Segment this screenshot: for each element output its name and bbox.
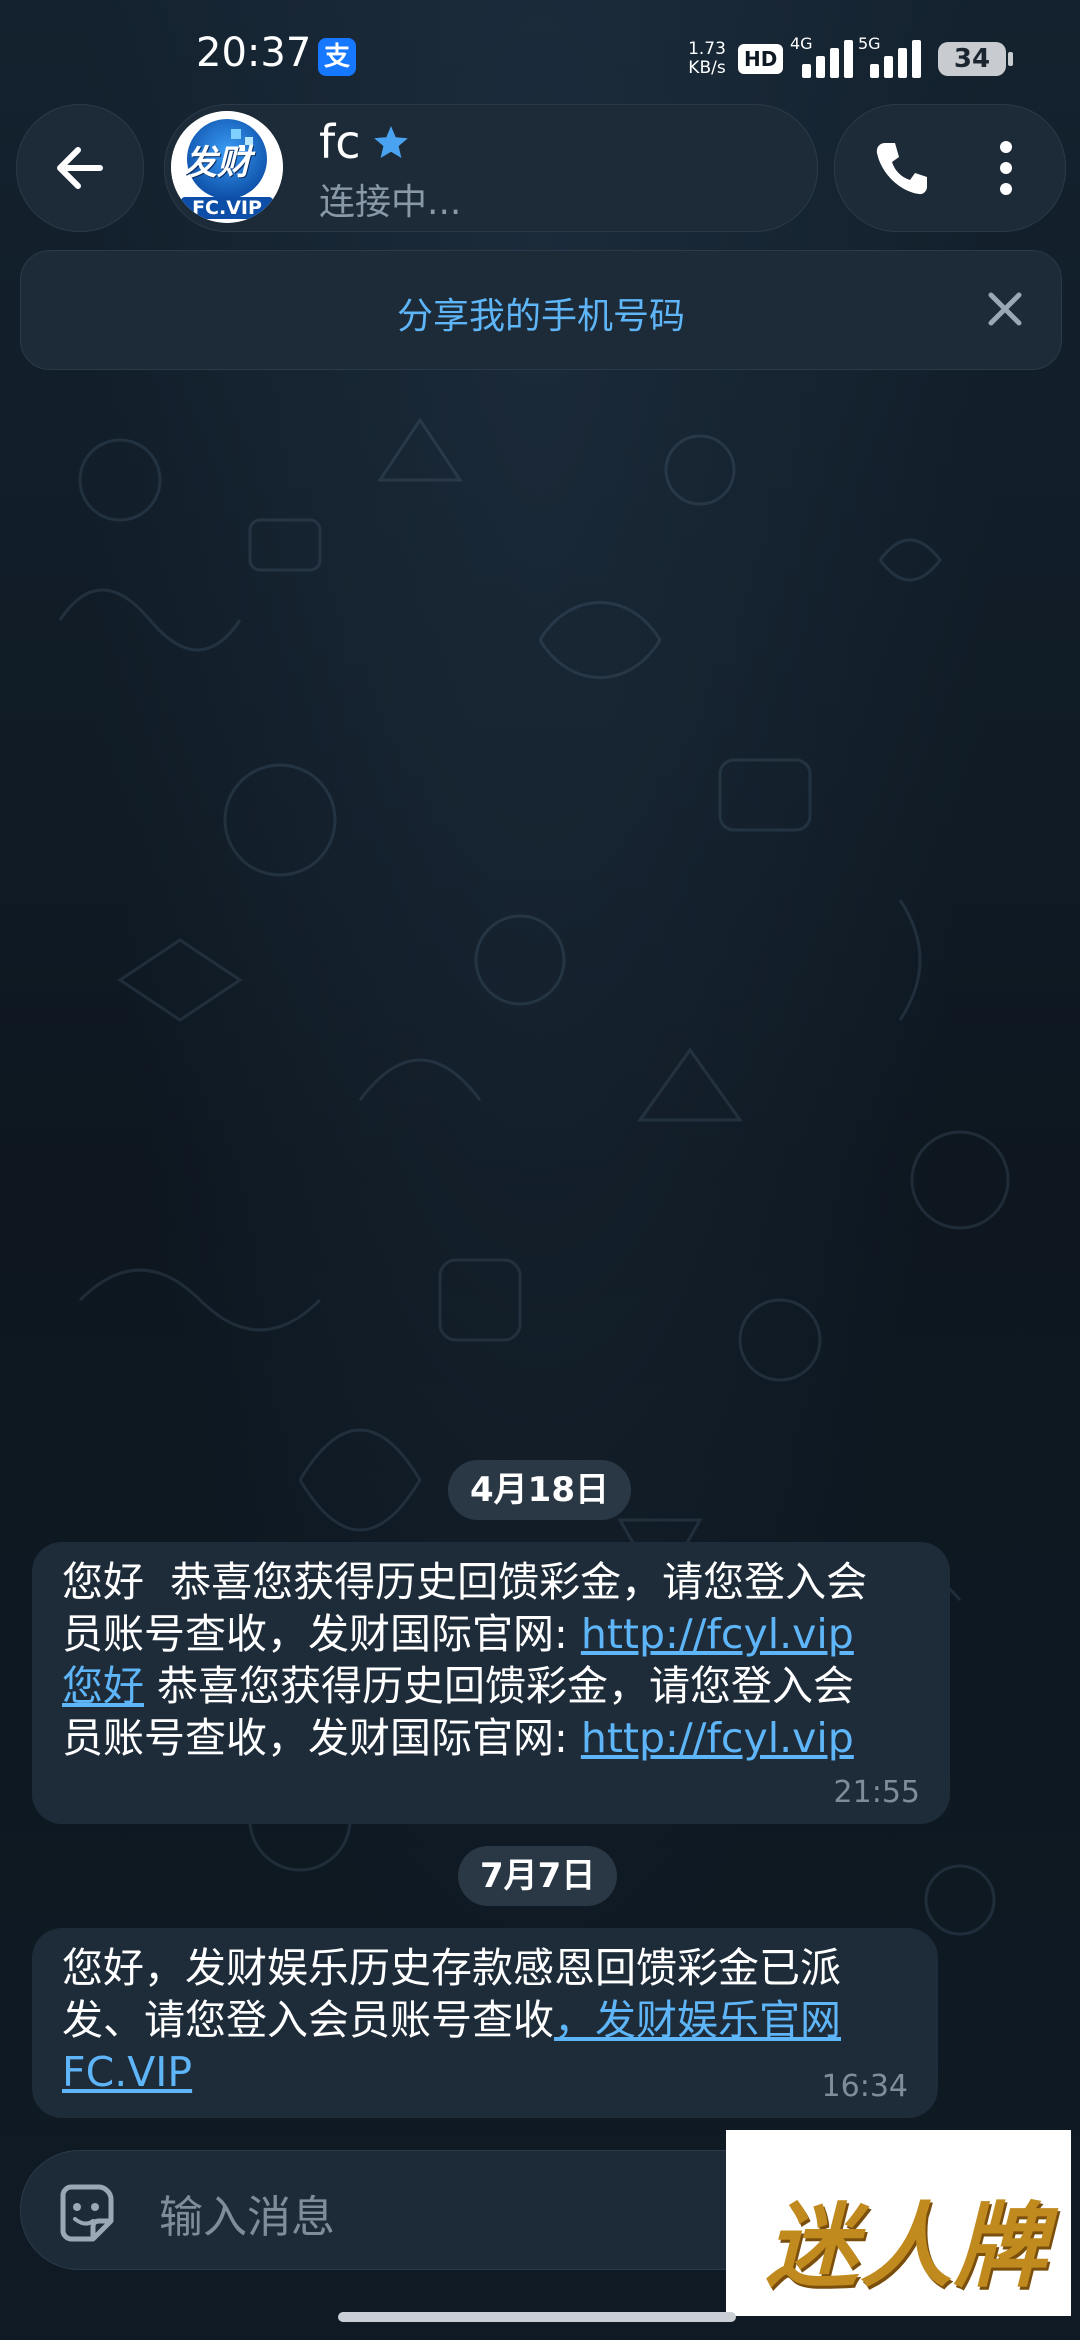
signal-bar	[844, 40, 853, 78]
signal-bar	[802, 64, 811, 78]
home-indicator[interactable]	[338, 2312, 736, 2322]
message-text: 员账号查收，发财国际官网:	[62, 1714, 581, 1762]
message-link[interactable]: 您好	[62, 1662, 144, 1710]
signal-bar	[816, 56, 825, 78]
hd-volte-icon: HD	[738, 44, 784, 74]
message-line: FC.VIP	[62, 2046, 908, 2098]
message-text: 发、请您登入会员账号查收	[62, 1996, 554, 2044]
watermark: 迷人牌	[726, 2130, 1071, 2316]
status-bar: 20:37 支 1.73 KB/s HD 4G 5G 34	[0, 0, 1080, 110]
signal-5g-label: 5G	[858, 34, 881, 53]
battery-tip	[1008, 52, 1013, 66]
message-text: 您好 恭喜您获得历史回馈彩金，请您登入会	[62, 1558, 868, 1606]
message-text: 您好，发财娱乐历史存款感恩回馈彩金已派	[62, 1944, 841, 1992]
avatar-text-bottom: FC.VIP	[192, 197, 262, 219]
contact-info-button[interactable]: 发财 FC.VIP fc 连接中...	[164, 104, 818, 232]
network-speed: 1.73 KB/s	[682, 40, 732, 78]
message-timestamp: 21:55	[833, 1775, 920, 1810]
message-link[interactable]: FC.VIP	[62, 2048, 192, 2096]
status-time: 20:37	[196, 30, 312, 76]
sticker-icon[interactable]	[53, 2181, 117, 2245]
signal-4g-label: 4G	[790, 34, 813, 53]
message-link[interactable]: http://fcyl.vip	[581, 1714, 854, 1762]
alipay-notification-icon: 支	[318, 38, 356, 76]
date-separator: 7月7日	[458, 1846, 618, 1906]
message-input-bar[interactable]: 输入消息	[20, 2150, 782, 2270]
contact-status: 连接中...	[319, 182, 462, 223]
share-phone-button[interactable]: 分享我的手机号码	[21, 287, 1061, 339]
back-arrow-icon	[57, 147, 103, 189]
message-line: 发、请您登入会员账号查收，发财娱乐官网	[62, 1994, 908, 2046]
avatar-text-top: 发财	[183, 143, 251, 183]
phone-icon[interactable]	[865, 133, 935, 203]
close-icon[interactable]	[983, 287, 1027, 331]
message-text: 恭喜您获得历史回馈彩金，请您登入会	[144, 1662, 855, 1710]
network-speed-value: 1.73	[688, 39, 726, 59]
message-link[interactable]: ，发财娱乐官网	[554, 1996, 841, 2044]
network-speed-unit: KB/s	[688, 58, 726, 78]
avatar: 发财 FC.VIP	[171, 111, 283, 223]
watermark-text: 迷人牌	[766, 2193, 1049, 2300]
header-actions	[834, 104, 1066, 232]
more-vertical-icon[interactable]	[981, 133, 1031, 203]
signal-bar	[898, 48, 907, 78]
message-line: 员账号查收，发财国际官网: http://fcyl.vip	[62, 1608, 920, 1660]
message-input[interactable]: 输入消息	[159, 2181, 335, 2245]
signal-5g-icon: 5G	[858, 34, 948, 78]
back-button[interactable]	[16, 104, 144, 232]
signal-bar	[830, 48, 839, 78]
message-line: 员账号查收，发财国际官网: http://fcyl.vip	[62, 1712, 920, 1764]
message-bubble[interactable]: 您好 恭喜您获得历史回馈彩金，请您登入会 员账号查收，发财国际官网: http:…	[32, 1542, 950, 1824]
message-link[interactable]: http://fcyl.vip	[581, 1610, 854, 1658]
battery-level: 34	[953, 44, 991, 74]
date-separator: 4月18日	[448, 1460, 631, 1520]
signal-bar	[912, 40, 921, 78]
signal-bar	[884, 56, 893, 78]
battery-icon: 34	[938, 42, 1006, 76]
verified-star-icon	[374, 126, 408, 158]
chat-header: 发财 FC.VIP fc 连接中...	[16, 104, 1066, 232]
message-line: 您好 恭喜您获得历史回馈彩金，请您登入会	[62, 1660, 920, 1712]
share-phone-banner: 分享我的手机号码	[20, 250, 1062, 370]
message-bubble[interactable]: 您好，发财娱乐历史存款感恩回馈彩金已派 发、请您登入会员账号查收，发财娱乐官网 …	[32, 1928, 938, 2118]
message-timestamp: 16:34	[821, 2069, 908, 2104]
signal-bar	[870, 64, 879, 78]
contact-name: fc	[319, 115, 361, 169]
message-text: 员账号查收，发财国际官网:	[62, 1610, 581, 1658]
